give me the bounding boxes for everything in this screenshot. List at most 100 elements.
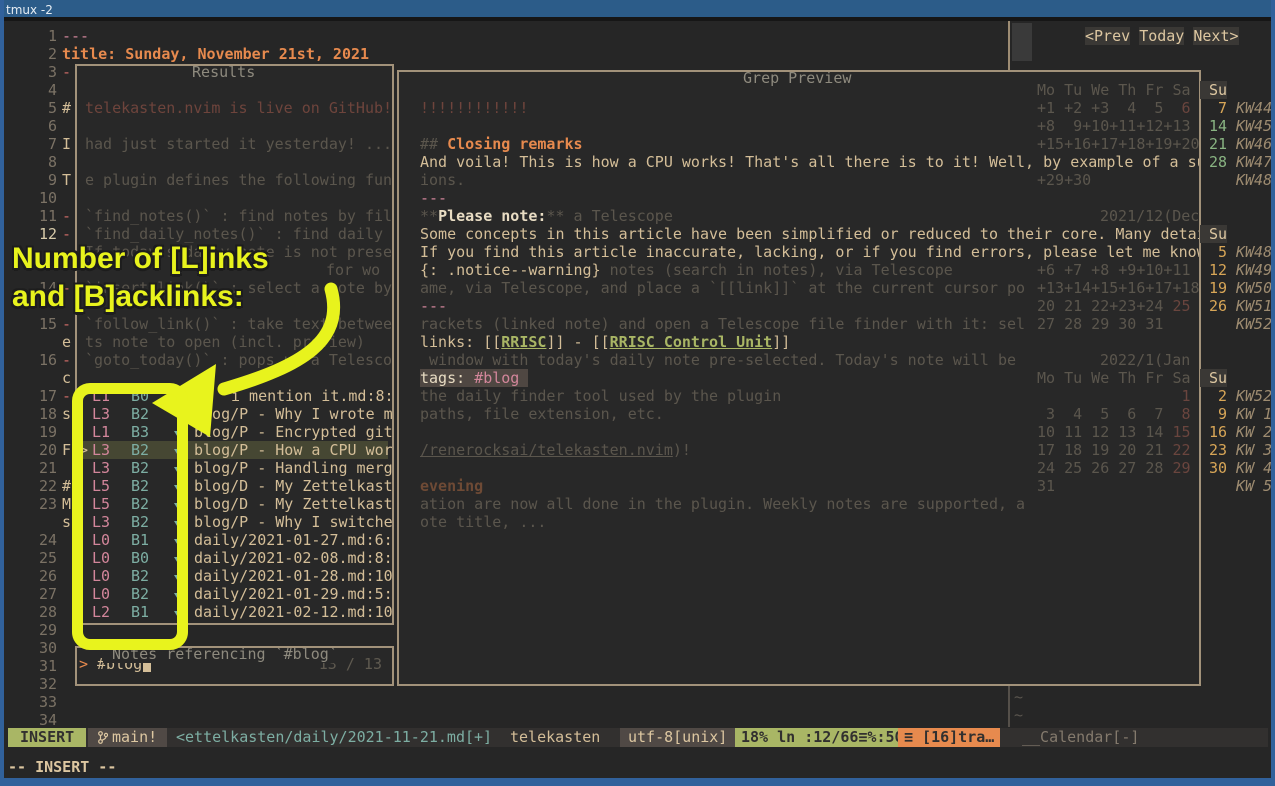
calendar-week-number: KW 4 xyxy=(1236,459,1272,477)
calendar-sunday-day[interactable]: 16 xyxy=(1200,423,1227,441)
line-number: 5 xyxy=(30,99,57,117)
buffer-text: c xyxy=(62,369,71,387)
buffer-text: T xyxy=(62,171,71,189)
calendar-week-number: KW44 xyxy=(1236,99,1272,117)
annotation-text-line1: Number of [L]inks xyxy=(12,250,269,268)
buffer-text: # xyxy=(62,99,71,117)
calendar-week-number: KW 1 xyxy=(1236,405,1272,423)
calendar-week-number: KW 3 xyxy=(1236,441,1272,459)
line-number: 11 xyxy=(30,207,57,225)
buffer-text: - xyxy=(62,315,71,333)
line-number: 31 xyxy=(30,657,57,675)
line-number: 34 xyxy=(30,711,57,729)
buffer-tabs-segment: ≡ [16]tra… xyxy=(898,728,1000,747)
line-number: 32 xyxy=(30,675,57,693)
mode-indicator: INSERT xyxy=(8,728,86,747)
line-number: 23 xyxy=(30,495,57,513)
buffer-text: - xyxy=(62,225,71,243)
buffer-text: - xyxy=(62,351,71,369)
buffer-text: F xyxy=(62,441,71,459)
buffer-text: - xyxy=(62,63,71,81)
line-number: 10 xyxy=(30,189,57,207)
calendar-week-number: KW48 xyxy=(1236,243,1272,261)
annotation-text-line2: and [B]acklinks: xyxy=(12,288,244,306)
calendar-sunday-day[interactable]: 9 xyxy=(1200,405,1227,423)
calendar-sunday-day[interactable]: 12 xyxy=(1200,261,1227,279)
line-number: 12 xyxy=(30,225,57,243)
line-number: 19 xyxy=(30,423,57,441)
xterm-window: ~ ~ <Prev Today Next> Results telekasten… xyxy=(0,0,1275,786)
calendar-sunday-day[interactable]: 5 xyxy=(1200,243,1227,261)
line-number: 29 xyxy=(30,621,57,639)
line-number: 22 xyxy=(30,477,57,495)
line-number: 18 xyxy=(30,405,57,423)
window-border xyxy=(1271,0,1275,786)
calendar-week-number: KW50 xyxy=(1236,279,1272,297)
window-border xyxy=(0,778,1275,786)
buffer-text: --- xyxy=(62,27,89,45)
calendar-sunday-day[interactable]: 23 xyxy=(1200,441,1227,459)
line-number: 16 xyxy=(30,351,57,369)
calendar-sunday-day[interactable]: 2 xyxy=(1200,387,1227,405)
line-number: 4 xyxy=(30,81,57,99)
calendar-sunday-day[interactable]: 14 xyxy=(1200,117,1227,135)
line-number: 20 xyxy=(30,441,57,459)
git-branch-segment: main! xyxy=(88,728,167,747)
annotation-box xyxy=(72,383,188,650)
filename-segment: <ettelkasten/daily/2021-11-21.md[+] xyxy=(176,728,492,747)
calendar-week-number: KW51 xyxy=(1236,297,1272,315)
line-number: 28 xyxy=(30,603,57,621)
calendar-week-number: KW49 xyxy=(1236,261,1272,279)
plugin-name: telekasten xyxy=(510,728,600,747)
line-number: 9 xyxy=(30,171,57,189)
line-number: 25 xyxy=(30,549,57,567)
encoding-segment: utf-8[unix] xyxy=(620,728,735,747)
calendar-week-number: KW 2 xyxy=(1236,423,1272,441)
buffer-text: title: Sunday, November 21st, 2021 xyxy=(62,45,369,63)
calendar-week-number: KW45 xyxy=(1236,117,1272,135)
calendar-week-number: KW48 xyxy=(1236,171,1272,189)
line-number: 7 xyxy=(30,135,57,153)
calendar-week-number: KW46 xyxy=(1236,135,1272,153)
calendar-week-number: KW 5 xyxy=(1236,477,1272,495)
line-number: 33 xyxy=(30,693,57,711)
window-border xyxy=(0,0,4,786)
window-title: tmux -2 xyxy=(6,1,53,19)
calendar-sunday-day[interactable]: 30 xyxy=(1200,459,1227,477)
line-number: 2 xyxy=(30,45,57,63)
mode-message: -- INSERT -- xyxy=(8,758,116,776)
calendar-sunday-day[interactable]: 21 xyxy=(1200,135,1227,153)
calendar-sunday-day[interactable]: 28 xyxy=(1200,153,1227,171)
calendar-week-number: KW52 xyxy=(1236,387,1272,405)
line-number: 30 xyxy=(30,639,57,657)
calendar-sunday-header: Su xyxy=(1200,81,1227,99)
git-branch-icon xyxy=(98,731,108,744)
line-number: 21 xyxy=(30,459,57,477)
window-title-bar[interactable]: tmux -2 xyxy=(0,0,1275,17)
buffer-text: M xyxy=(62,495,71,513)
calendar-sunday-header: Su xyxy=(1200,369,1227,387)
line-number: 8 xyxy=(30,153,57,171)
progress-segment: 18% ln :12/66≡%:50 xyxy=(735,728,910,747)
buffer-text: # xyxy=(62,477,71,495)
calendar-sunday-header: Su xyxy=(1200,225,1227,243)
line-number: 15 xyxy=(30,315,57,333)
buffer-text: s xyxy=(62,513,71,531)
calendar-week-number: KW52 xyxy=(1236,315,1272,333)
buffer-text: - xyxy=(62,387,71,405)
buffer-text-layer: 1234567891011121415161718192021222324252… xyxy=(0,0,1275,786)
line-number: 6 xyxy=(30,117,57,135)
buffer-text: s xyxy=(62,405,71,423)
line-number: 3 xyxy=(30,63,57,81)
calendar-sunday-day[interactable]: 19 xyxy=(1200,279,1227,297)
calendar-sunday-day[interactable]: 7 xyxy=(1200,99,1227,117)
calendar-sunday-day[interactable]: 26 xyxy=(1200,297,1227,315)
buffer-text: I xyxy=(62,135,71,153)
buffer-text: - xyxy=(62,207,71,225)
line-number: 27 xyxy=(30,585,57,603)
buffer-text: e xyxy=(62,333,71,351)
line-number: 26 xyxy=(30,567,57,585)
calendar-statusline: __Calendar[-] xyxy=(1022,728,1139,747)
calendar-week-number: KW47 xyxy=(1236,153,1272,171)
line-number: 24 xyxy=(30,531,57,549)
